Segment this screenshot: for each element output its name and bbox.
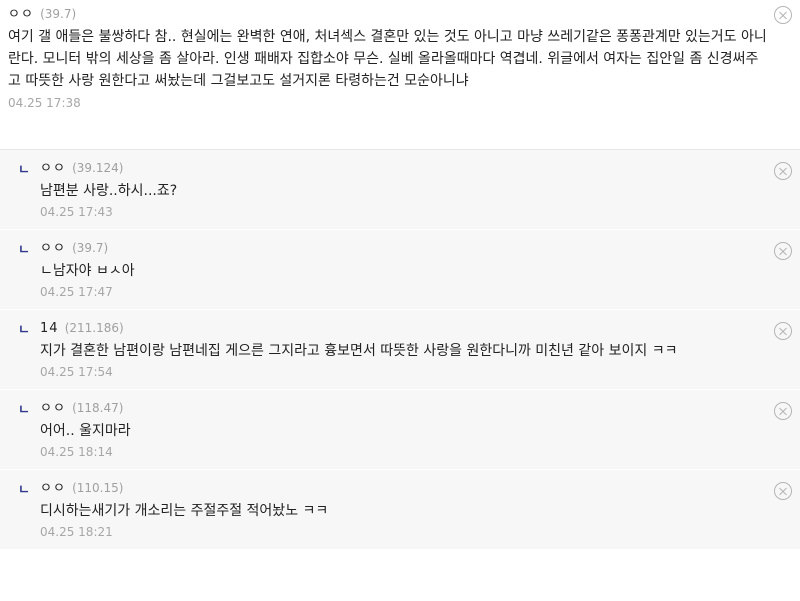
reply-meta: ㅇㅇ (39.7) [40, 238, 770, 258]
reply-item: ㄴ ㅇㅇ (110.15) 디시하는새기가 개소리는 주절주절 적어놨노 ㅋㅋ … [0, 470, 800, 550]
reply-author[interactable]: 14 [40, 321, 59, 336]
comment-meta: ㅇㅇ (39.7) [8, 4, 770, 24]
reply-item: ㄴ 14 (211.186) 지가 결혼한 남편이랑 남편네집 게으른 그지라고… [0, 310, 800, 390]
reply-item: ㄴ ㅇㅇ (39.124) 남편분 사랑..하시...죠? 04.25 17:4… [0, 150, 800, 230]
reply-author[interactable]: ㅇㅇ [40, 401, 66, 416]
reply-text: 어어.. 울지마라 [40, 423, 131, 439]
reply-text: 디시하는새기가 개소리는 주절주절 적어놨노 ㅋㅋ [40, 503, 329, 519]
reply-ip: (118.47) [72, 401, 124, 415]
reply-list: ㄴ ㅇㅇ (39.124) 남편분 사랑..하시...죠? 04.25 17:4… [0, 150, 800, 550]
reply-arrow-icon: ㄴ [18, 243, 30, 258]
reply-author[interactable]: ㅇㅇ [40, 161, 66, 176]
reply-text: ㄴ남자야 ㅂㅅ아 [40, 263, 135, 279]
reply-ip: (39.7) [72, 241, 109, 255]
main-comment: ㅇㅇ (39.7) 여기 갤 애들은 불쌍하다 참.. 현실에는 완벽한 연애,… [0, 0, 800, 150]
reply-ip: (110.15) [72, 481, 124, 495]
reply-date: 04.25 17:43 [40, 205, 113, 219]
reply-arrow-icon: ㄴ [18, 403, 30, 418]
reply-text: 남편분 사랑..하시...죠? [40, 183, 178, 199]
reply-arrow-icon: ㄴ [18, 163, 30, 178]
reply-author[interactable]: ㅇㅇ [40, 241, 66, 256]
comment-author[interactable]: ㅇㅇ [8, 7, 34, 22]
reply-date: 04.25 17:47 [40, 285, 113, 299]
delete-reply-icon[interactable] [774, 482, 792, 500]
comment-text: 여기 갤 애들은 불쌍하다 참.. 현실에는 완벽한 연애, 처녀섹스 결혼만 … [8, 29, 767, 89]
reply-arrow-icon: ㄴ [18, 483, 30, 498]
delete-reply-icon[interactable] [774, 242, 792, 260]
reply-meta: ㅇㅇ (39.124) [40, 158, 770, 178]
reply-item: ㄴ ㅇㅇ (39.7) ㄴ남자야 ㅂㅅ아 04.25 17:47 [0, 230, 800, 310]
reply-meta: ㅇㅇ (110.15) [40, 478, 770, 498]
reply-arrow-icon: ㄴ [18, 323, 30, 338]
reply-date: 04.25 17:54 [40, 365, 113, 379]
reply-author[interactable]: ㅇㅇ [40, 481, 66, 496]
reply-date: 04.25 18:21 [40, 525, 113, 539]
delete-comment-icon[interactable] [774, 6, 792, 24]
comment-date: 04.25 17:38 [8, 96, 81, 110]
delete-reply-icon[interactable] [774, 322, 792, 340]
comment-ip: (39.7) [40, 7, 77, 21]
reply-meta: ㅇㅇ (118.47) [40, 398, 770, 418]
reply-text: 지가 결혼한 남편이랑 남편네집 게으른 그지라고 흉보면서 따뜻한 사랑을 원… [40, 343, 678, 359]
reply-date: 04.25 18:14 [40, 445, 113, 459]
reply-ip: (211.186) [64, 321, 124, 335]
reply-meta: 14 (211.186) [40, 318, 770, 338]
reply-item: ㄴ ㅇㅇ (118.47) 어어.. 울지마라 04.25 18:14 [0, 390, 800, 470]
delete-reply-icon[interactable] [774, 162, 792, 180]
reply-ip: (39.124) [72, 161, 124, 175]
delete-reply-icon[interactable] [774, 402, 792, 420]
